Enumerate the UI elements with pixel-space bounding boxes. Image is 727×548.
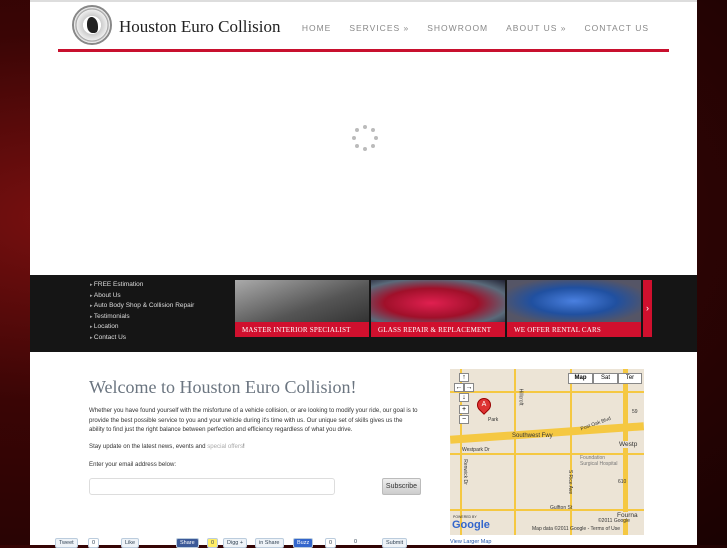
brand-name[interactable]: Houston Euro Collision: [119, 17, 281, 37]
buzz-button[interactable]: Buzz: [293, 538, 314, 548]
map-attribution[interactable]: Map data ©2011 Google - Terms of Use: [532, 526, 620, 532]
share-count: 0: [207, 538, 219, 548]
stay-prefix: Stay update on the latest news, events a…: [89, 443, 208, 450]
quick-link[interactable]: Contact Us: [90, 333, 194, 344]
map-label: Southwest Fwy: [512, 433, 553, 439]
slide-image: [507, 280, 641, 322]
map-label: 610: [618, 479, 627, 485]
tweet-count: 0: [88, 538, 100, 548]
google-logo[interactable]: Google: [452, 519, 490, 531]
quick-link[interactable]: FREE Estimation: [90, 280, 194, 291]
zoom-in-icon[interactable]: +: [459, 405, 469, 414]
map-marker-icon[interactable]: A: [474, 395, 494, 415]
quick-links: FREE Estimation About Us Auto Body Shop …: [90, 280, 194, 343]
location-map[interactable]: Southwest Fwy Westpark Dr Post Oak Blvd …: [450, 369, 644, 535]
subscribe-button[interactable]: Subscribe: [382, 478, 421, 495]
page: Houston Euro Collision HOME SERVICES » S…: [30, 0, 697, 548]
featured-band: FREE Estimation About Us Auto Body Shop …: [30, 275, 697, 352]
email-input[interactable]: [89, 478, 335, 495]
nav-services[interactable]: SERVICES »: [349, 23, 409, 33]
nav-about-us[interactable]: ABOUT US »: [506, 23, 566, 33]
view-larger-map-link[interactable]: View Larger Map: [450, 539, 491, 545]
map-type-map[interactable]: Map: [568, 373, 593, 384]
slide-image: [371, 280, 505, 322]
facebook-share-button[interactable]: Share: [176, 538, 199, 548]
digg-button[interactable]: Digg +: [223, 538, 248, 548]
email-label: Enter your email address below:: [89, 461, 177, 468]
slide-card[interactable]: MASTER INTERIOR SPECIALIST: [235, 280, 369, 337]
map-label: Park: [488, 417, 499, 423]
slide-image: [235, 280, 369, 322]
nav-home[interactable]: HOME: [302, 23, 332, 33]
pan-down-icon[interactable]: ↓: [459, 393, 469, 402]
map-label: Gulfton St: [550, 505, 573, 511]
facebook-like-button[interactable]: Like: [121, 538, 140, 548]
zoom-out-icon[interactable]: −: [459, 415, 469, 424]
stay-suffix: !: [243, 443, 245, 450]
map-label: Westpark Dr: [462, 447, 490, 453]
special-offers-link[interactable]: special offers: [207, 443, 243, 450]
buzz-count: 0: [325, 538, 337, 548]
slider-next-button[interactable]: ›: [643, 280, 652, 337]
tweet-button[interactable]: Tweet: [55, 538, 78, 548]
quick-link[interactable]: Testimonials: [90, 312, 194, 323]
map-copyright: ©2011 Google: [598, 518, 630, 524]
map-label: S Rice Ave: [567, 469, 574, 495]
map-label: Foundation Surgical Hospital: [580, 455, 618, 467]
main-nav: HOME SERVICES » SHOWROOM ABOUT US » CONT…: [302, 23, 649, 33]
quick-link[interactable]: Auto Body Shop & Collision Repair: [90, 301, 194, 312]
slide-card[interactable]: WE OFFER RENTAL CARS: [507, 280, 641, 337]
header-divider: [58, 49, 669, 52]
pan-right-icon[interactable]: →: [464, 383, 474, 392]
pan-left-icon[interactable]: ←: [454, 383, 464, 392]
nav-showroom[interactable]: SHOWROOM: [427, 23, 488, 33]
delicious-count: 0: [354, 539, 358, 545]
quick-link[interactable]: Location: [90, 322, 194, 333]
slide-card[interactable]: GLASS REPAIR & REPLACEMENT: [371, 280, 505, 337]
logo-emblem[interactable]: [72, 5, 112, 45]
loading-spinner-icon: [352, 125, 378, 151]
linkedin-share-button[interactable]: in Share: [255, 538, 284, 548]
map-label: Renwick Dr: [461, 459, 468, 485]
slide-caption: GLASS REPAIR & REPLACEMENT: [371, 322, 505, 337]
stumbleupon-submit-button[interactable]: Submit: [382, 538, 408, 548]
stay-updated-text: Stay update on the latest news, events a…: [89, 442, 419, 452]
nav-contact-us[interactable]: CONTACT US: [585, 23, 649, 33]
slide-caption: WE OFFER RENTAL CARS: [507, 322, 641, 337]
map-type-satellite[interactable]: Sat: [593, 373, 618, 384]
map-label: 59: [632, 409, 638, 415]
page-title: Welcome to Houston Euro Collision!: [89, 377, 357, 397]
slide-caption: MASTER INTERIOR SPECIALIST: [235, 322, 369, 337]
map-label: Hillcroft: [517, 388, 524, 406]
header: Houston Euro Collision HOME SERVICES » S…: [30, 0, 697, 52]
quick-link[interactable]: About Us: [90, 291, 194, 302]
map-type-terrain[interactable]: Ter: [618, 373, 642, 384]
pan-up-icon[interactable]: ↑: [459, 373, 469, 382]
intro-text: Whether you have found yourself with the…: [89, 407, 418, 433]
map-label: Westp: [618, 441, 639, 448]
